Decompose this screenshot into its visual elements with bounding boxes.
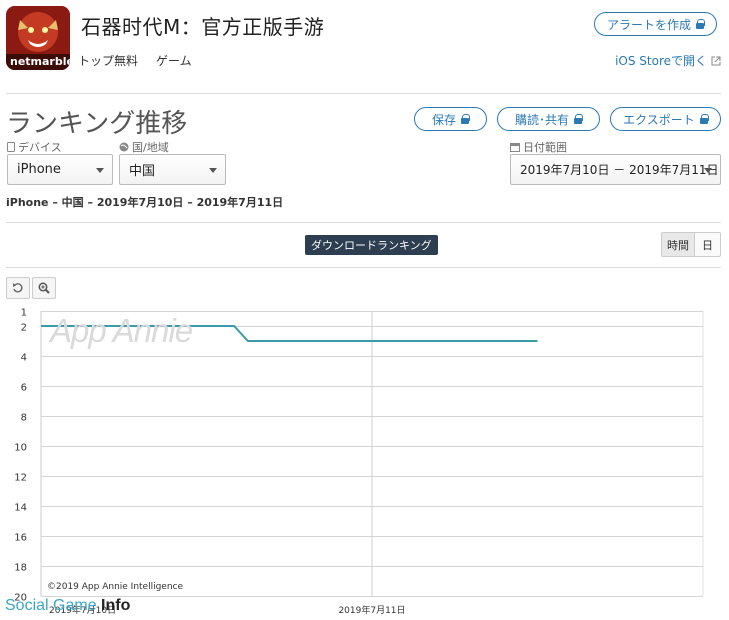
y-tick-label: 8 [21,413,27,424]
save-label: 保存 [431,112,456,127]
chevron-down-icon [96,168,104,173]
y-tick-label: 2 [21,323,27,334]
chart-grid [40,311,704,597]
lock-icon [461,114,470,124]
export-button[interactable]: エクスポート [610,107,721,131]
country-label-text: 国/地域 [132,141,169,154]
date-range-filter-label: 日付範囲 [510,139,567,155]
y-tick-label: 1 [21,308,27,319]
chevron-down-icon [704,168,712,173]
date-range-label-text: 日付範囲 [523,141,567,154]
device-select[interactable]: iPhone [7,154,113,185]
header-divider [6,93,721,94]
subscribe-share-label: 購読･共有 [514,112,569,127]
price-label: トップ無料 [78,54,139,68]
y-tick-label: 4 [21,353,27,364]
globe-icon [119,142,129,152]
copyright-notice: ©2019 App Annie Intelligence [47,582,184,592]
x-tick-label: 2019年7月11日 [338,604,405,616]
y-tick-label: 16 [14,533,27,544]
filters-divider [6,222,721,223]
source-watermark-a: Social Game [5,597,97,614]
granularity-hour-button[interactable]: 時間 [661,232,695,257]
lock-icon [574,114,583,124]
calendar-icon [510,143,520,152]
y-tick-label: 12 [14,473,27,484]
app-title: 石器时代M：官方正版手游 [81,15,325,39]
zoom-in-icon [38,282,50,294]
undo-icon [13,283,23,293]
source-watermark-b: Info [101,597,131,614]
context-summary: iPhone – 中国 – 2019年7月10日 – 2019年7月11日 [6,196,284,209]
reset-zoom-button[interactable] [6,277,30,299]
chart-toolbar-divider [6,267,721,268]
country-select[interactable]: 中国 [119,154,226,185]
y-tick-label: 14 [14,503,27,514]
category-label[interactable]: ゲーム [156,52,192,69]
create-alert-label: アラートを作成 [606,17,691,32]
external-link-icon [711,56,721,65]
device-icon [7,142,15,152]
date-range-value: 2019年7月10日 － 2019年7月11日 [520,163,719,177]
save-button[interactable]: 保存 [414,107,487,131]
create-alert-button[interactable]: アラートを作成 [594,12,717,36]
export-label: エクスポート [623,112,695,127]
app-annie-chart-watermark: App Annie [50,312,193,349]
lock-icon [699,114,709,124]
tab-download-ranking[interactable]: ダウンロードランキング [305,235,438,255]
chevron-down-icon [209,168,217,173]
y-tick-label: 18 [14,563,27,574]
granularity-day-button[interactable]: 日 [694,232,721,257]
y-axis-ticks: 12468101214161820 [14,308,27,604]
date-range-select[interactable]: 2019年7月10日 － 2019年7月11日 [510,154,721,185]
country-value: 中国 [129,164,156,179]
app-icon: netmarble [6,6,70,70]
y-tick-label: 10 [14,443,27,454]
lock-icon [696,19,705,29]
ios-store-link[interactable]: iOS Storeで開く [615,52,721,69]
source-watermark: Social Game Info [5,597,130,615]
country-filter-label: 国/地域 [119,139,169,155]
publisher-logo-text: netmarble [10,55,70,68]
ios-store-link-label: iOS Storeで開く [615,54,707,68]
subscribe-share-button[interactable]: 購読･共有 [497,107,600,131]
zoom-button[interactable] [32,277,56,299]
device-filter-label: デバイス [7,139,62,155]
device-label-text: デバイス [18,141,62,154]
y-tick-label: 6 [21,383,27,394]
device-value: iPhone [17,162,61,177]
page-title: ランキング推移 [6,109,188,139]
